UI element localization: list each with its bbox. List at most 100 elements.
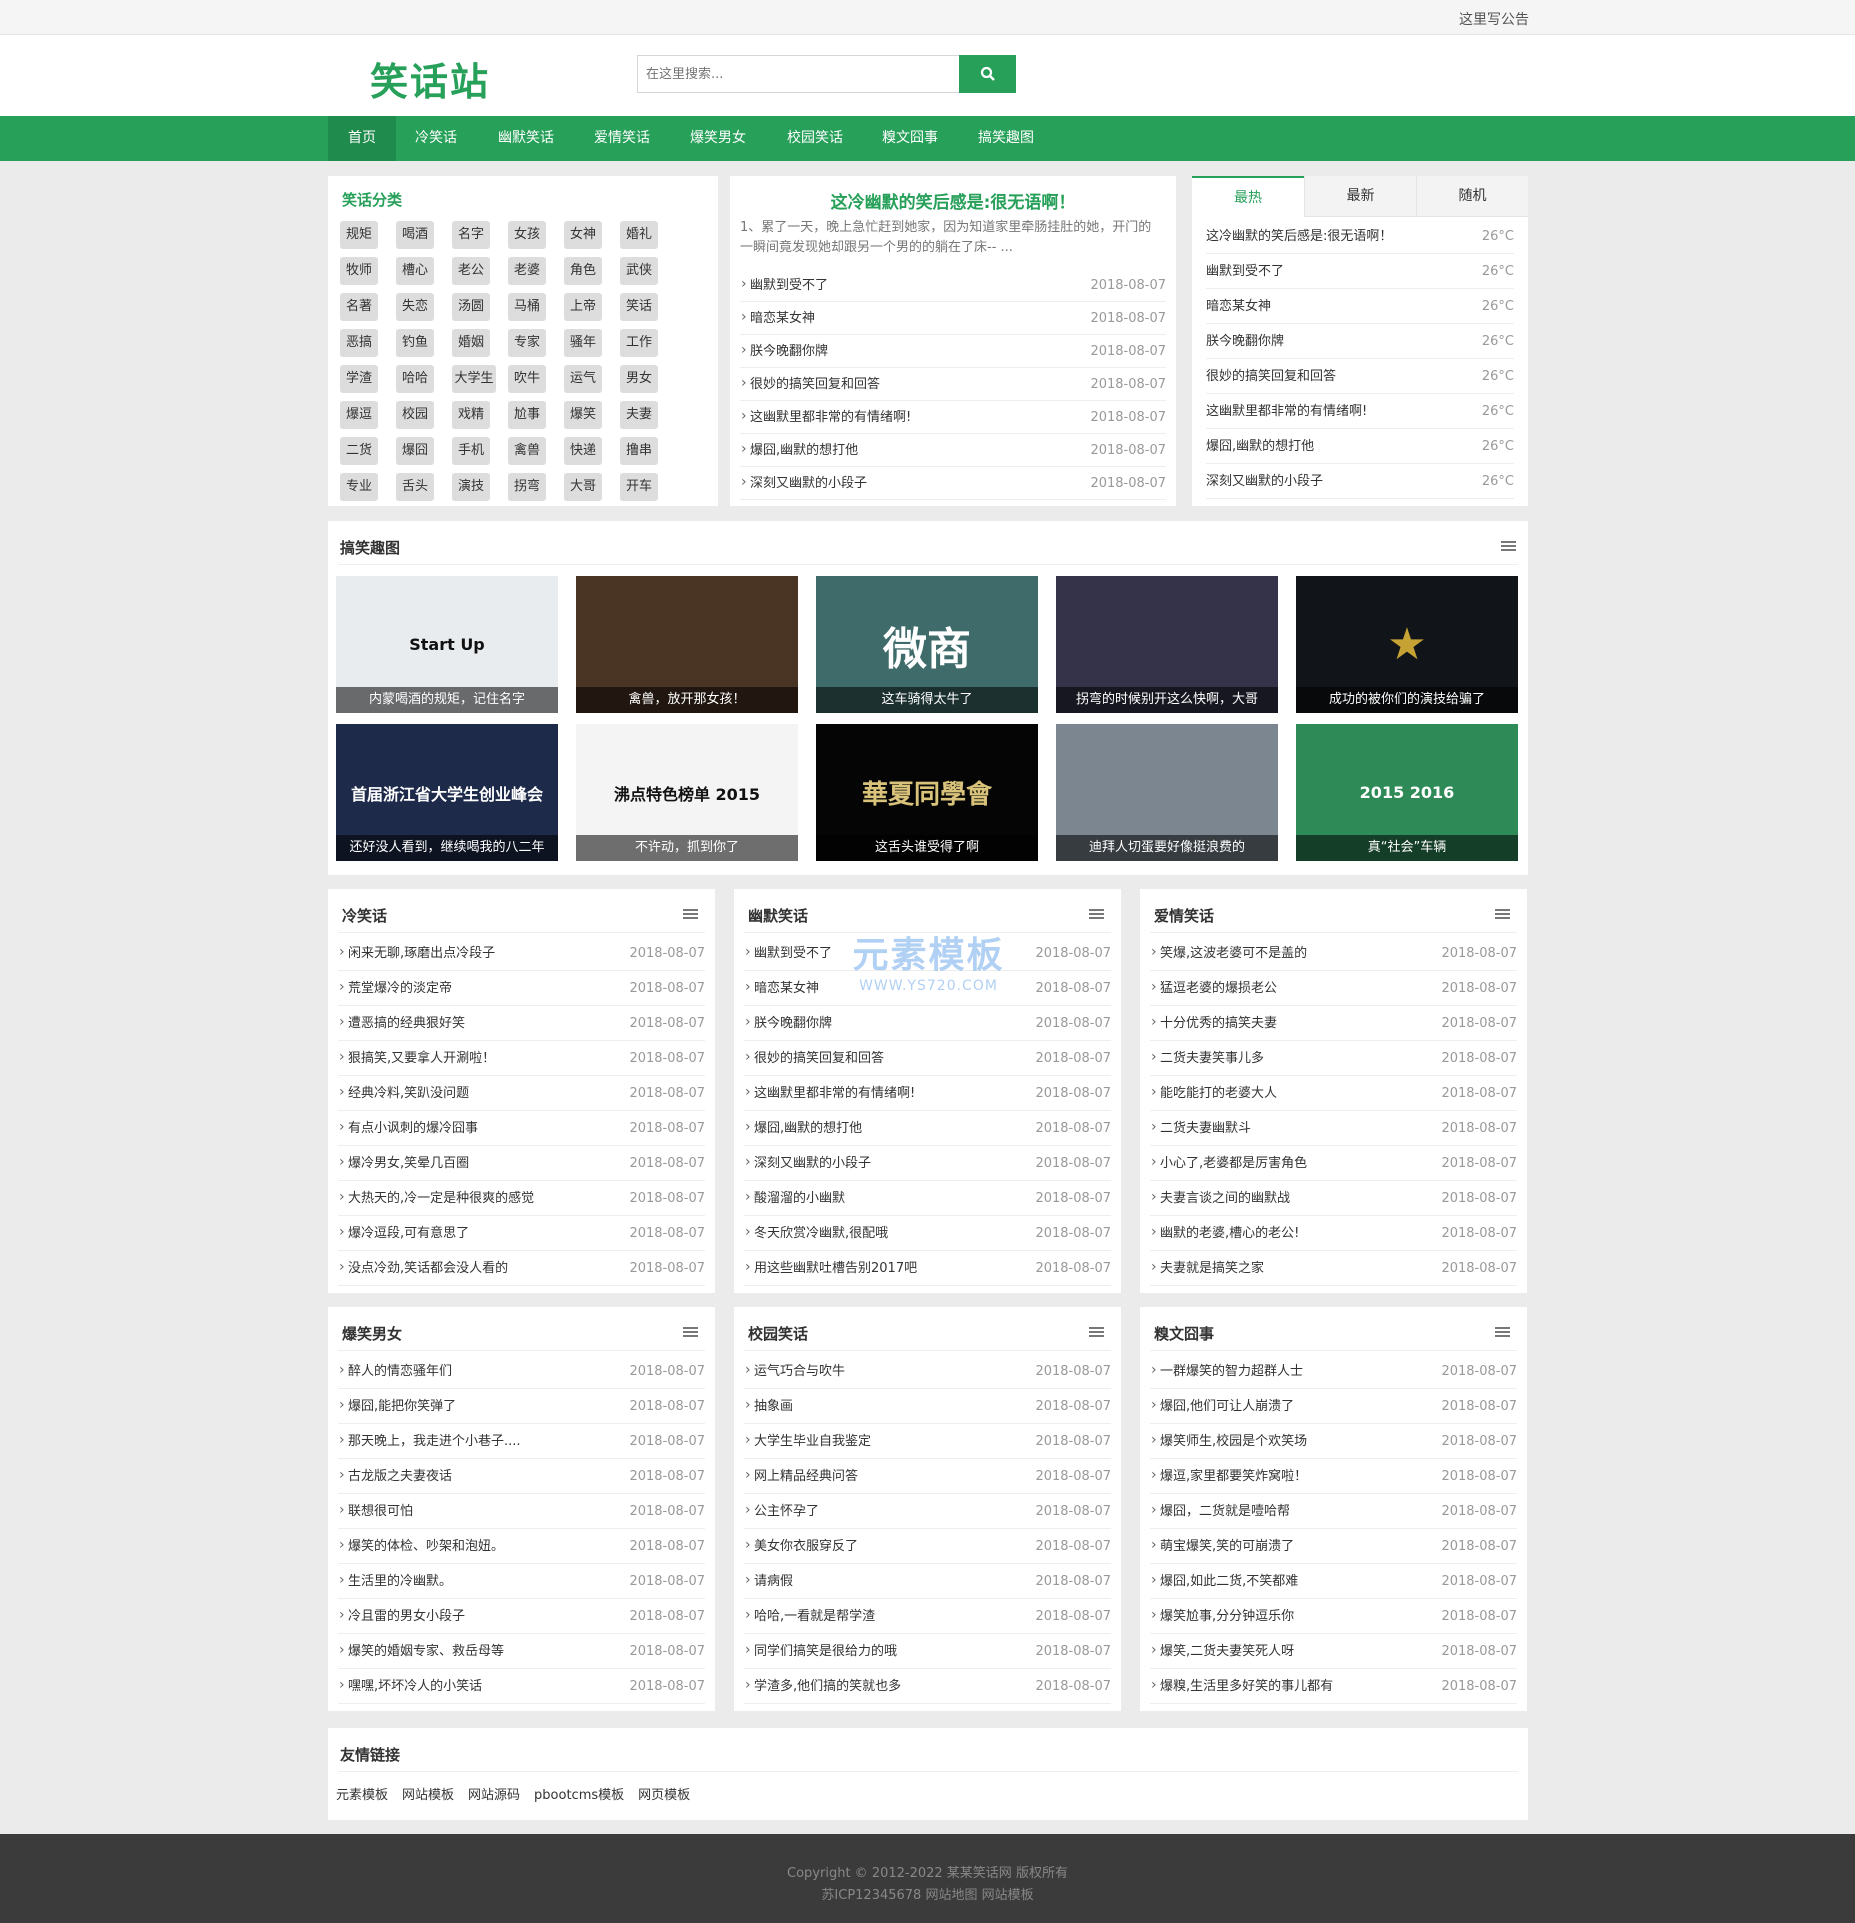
item-title[interactable]: 深刻又幽默的小段子 (745, 1145, 871, 1181)
category-tag[interactable]: 老公 (452, 257, 490, 285)
gallery-item[interactable]: Start Up 内蒙喝酒的规矩，记住名字 (336, 576, 558, 713)
category-tag[interactable]: 禽兽 (508, 437, 546, 465)
nav-item[interactable]: 首页 (328, 116, 396, 161)
category-tag[interactable]: 专家 (508, 329, 546, 357)
item-title[interactable]: 大热天的,冷一定是种很爽的感觉 (339, 1180, 534, 1216)
item-title[interactable]: 冷且雷的男女小段子 (339, 1598, 465, 1634)
item-title[interactable]: 古龙版之夫妻夜话 (339, 1458, 452, 1494)
search-button[interactable] (959, 55, 1016, 93)
gallery-item[interactable]: 華夏同學會 这舌头谁受得了啊 (816, 724, 1038, 861)
category-tag[interactable]: 武侠 (620, 257, 658, 285)
category-tag[interactable]: 爆囧 (396, 437, 434, 465)
item-title[interactable]: 没点冷劲,笑话都会没人看的 (339, 1250, 508, 1286)
category-tag[interactable]: 男女 (620, 365, 658, 393)
list-item[interactable]: 爆糗,生活里多好笑的事儿都有 2018-08-07 (1150, 1668, 1517, 1704)
gallery-caption[interactable]: 内蒙喝酒的规矩，记住名字 (336, 687, 558, 713)
featured-item[interactable]: 爆囧,幽默的想打他 2018-08-07 (740, 433, 1166, 467)
gallery-caption[interactable]: 还好没人看到，继续喝我的八二年 (336, 835, 558, 861)
item-title[interactable]: 朕今晚翻你牌 (745, 1005, 832, 1041)
item-title[interactable]: 幽默到受不了 (741, 268, 828, 302)
nav-item[interactable]: 糗文囧事 (862, 116, 958, 161)
list-item[interactable]: 同学们搞笑是很给力的哦 2018-08-07 (744, 1633, 1111, 1669)
category-tag[interactable]: 婚姻 (452, 329, 490, 357)
item-title[interactable]: 幽默到受不了 (1206, 254, 1284, 289)
category-tag[interactable]: 手机 (452, 437, 490, 465)
friend-link[interactable]: pbootcms模板 (534, 1788, 624, 1803)
list-item[interactable]: 美女你衣服穿反了 2018-08-07 (744, 1528, 1111, 1564)
category-tag[interactable]: 笑话 (620, 293, 658, 321)
list-item[interactable]: 爆冷男女,笑晕几百圈 2018-08-07 (338, 1145, 705, 1181)
list-item[interactable]: 爆笑,二货夫妻笑死人呀 2018-08-07 (1150, 1633, 1517, 1669)
category-tag[interactable]: 上帝 (564, 293, 602, 321)
item-title[interactable]: 很妙的搞笑回复和回答 (741, 367, 880, 401)
item-title[interactable]: 同学们搞笑是很给力的哦 (745, 1633, 897, 1669)
list-item[interactable]: 用这些幽默吐槽告别2017吧 2018-08-07 (744, 1250, 1111, 1286)
item-title[interactable]: 网上精品经典问答 (745, 1458, 858, 1494)
friend-link[interactable]: 元素模板 (336, 1788, 388, 1803)
gallery-item[interactable]: 微商 这车骑得太牛了 (816, 576, 1038, 713)
item-title[interactable]: 爆囧,幽默的想打他 (745, 1110, 862, 1146)
gallery-item[interactable]: ★ 成功的被你们的演技给骗了 (1296, 576, 1518, 713)
featured-item[interactable]: 幽默到受不了 2018-08-07 (740, 268, 1166, 302)
item-title[interactable]: 深刻又幽默的小段子 (741, 466, 867, 500)
category-tag[interactable]: 名著 (340, 293, 378, 321)
category-tag[interactable]: 喝酒 (396, 221, 434, 249)
item-title[interactable]: 爆冷逗段,可有意思了 (339, 1215, 469, 1251)
item-title[interactable]: 哈哈,一看就是帮学渣 (745, 1598, 875, 1634)
list-more-icon[interactable] (683, 909, 698, 920)
list-item[interactable]: 生活里的冷幽默。 2018-08-07 (338, 1563, 705, 1599)
item-title[interactable]: 爆囧,能把你笑弹了 (339, 1388, 456, 1424)
list-item[interactable]: 醉人的情恋骚年们 2018-08-07 (338, 1353, 705, 1389)
list-item[interactable]: 狠搞笑,又要拿人开涮啦！ 2018-08-07 (338, 1040, 705, 1076)
category-tag[interactable]: 校园 (396, 401, 434, 429)
list-item[interactable]: 公主怀孕了 2018-08-07 (744, 1493, 1111, 1529)
gallery-caption[interactable]: 真“社会”车辆 (1296, 835, 1518, 861)
list-item[interactable]: 爆冷逗段,可有意思了 2018-08-07 (338, 1215, 705, 1251)
item-title[interactable]: 爆囧,如此二货,不笑都难 (1151, 1563, 1298, 1599)
item-title[interactable]: 有点小讽刺的爆冷囧事 (339, 1110, 478, 1146)
item-title[interactable]: 荒堂爆冷的淡定帝 (339, 970, 452, 1006)
item-title[interactable]: 爆笑,二货夫妻笑死人呀 (1151, 1633, 1294, 1669)
item-title[interactable]: 经典冷料,笑趴没问题 (339, 1075, 469, 1111)
item-title[interactable]: 幽默的老婆,槽心的老公! (1151, 1215, 1299, 1251)
item-title[interactable]: 猛逗老婆的爆损老公 (1151, 970, 1277, 1006)
category-tag[interactable]: 钓鱼 (396, 329, 434, 357)
gallery-item[interactable]: 2015 2016 真“社会”车辆 (1296, 724, 1518, 861)
category-tag[interactable]: 老婆 (508, 257, 546, 285)
item-title[interactable]: 爆笑师生,校园是个欢笑场 (1151, 1423, 1307, 1459)
list-item[interactable]: 爆囧,能把你笑弹了 2018-08-07 (338, 1388, 705, 1424)
friend-link[interactable]: 网页模板 (638, 1788, 690, 1803)
item-title[interactable]: 爆笑的体检、吵架和泡妞。 (339, 1528, 504, 1564)
item-title[interactable]: 狠搞笑,又要拿人开涮啦！ (339, 1040, 495, 1076)
item-title[interactable]: 二货夫妻幽默斗 (1151, 1110, 1251, 1146)
item-title[interactable]: 冬天欣赏冷幽默,很配哦 (745, 1215, 888, 1251)
list-item[interactable]: 爆笑师生,校园是个欢笑场 2018-08-07 (1150, 1423, 1517, 1459)
gallery-item[interactable]: 禽兽，放开那女孩！ (576, 576, 798, 713)
category-tag[interactable]: 二货 (340, 437, 378, 465)
item-title[interactable]: 深刻又幽默的小段子 (1206, 464, 1323, 499)
list-item[interactable]: 深刻又幽默的小段子 2018-08-07 (744, 1145, 1111, 1181)
featured-item[interactable]: 这幽默里都非常的有情绪啊! 2018-08-07 (740, 400, 1166, 434)
list-item[interactable]: 很妙的搞笑回复和回答 2018-08-07 (744, 1040, 1111, 1076)
category-tag[interactable]: 骚年 (564, 329, 602, 357)
list-item[interactable]: 大热天的,冷一定是种很爽的感觉 2018-08-07 (338, 1180, 705, 1216)
list-item[interactable]: 爆笑的婚姻专家、救岳母等 2018-08-07 (338, 1633, 705, 1669)
category-tag[interactable]: 开车 (620, 473, 658, 501)
item-title[interactable]: 遭恶搞的经典狠好笑 (339, 1005, 465, 1041)
list-item[interactable]: 幽默的老婆,槽心的老公! 2018-08-07 (1150, 1215, 1517, 1251)
item-title[interactable]: 爆糗,生活里多好笑的事儿都有 (1151, 1668, 1333, 1704)
list-item[interactable]: 闲来无聊,琢磨出点冷段子 2018-08-07 (338, 935, 705, 971)
gallery-caption[interactable]: 这车骑得太牛了 (816, 687, 1038, 713)
hot-item[interactable]: 幽默到受不了 26°C (1206, 254, 1514, 289)
list-more-icon[interactable] (683, 1327, 698, 1338)
list-item[interactable]: 运气巧合与吹牛 2018-08-07 (744, 1353, 1111, 1389)
icp-links[interactable]: 苏ICP12345678 网站地图 网站模板 (0, 1884, 1855, 1903)
item-title[interactable]: 爆笑尬事,分分钟逗乐你 (1151, 1598, 1294, 1634)
list-item[interactable]: 爆囧,如此二货,不笑都难 2018-08-07 (1150, 1563, 1517, 1599)
item-title[interactable]: 夫妻言谈之间的幽默战 (1151, 1180, 1290, 1216)
category-tag[interactable]: 专业 (340, 473, 378, 501)
item-title[interactable]: 闲来无聊,琢磨出点冷段子 (339, 935, 495, 971)
item-title[interactable]: 美女你衣服穿反了 (745, 1528, 858, 1564)
item-title[interactable]: 运气巧合与吹牛 (745, 1353, 845, 1389)
category-tag[interactable]: 规矩 (340, 221, 378, 249)
